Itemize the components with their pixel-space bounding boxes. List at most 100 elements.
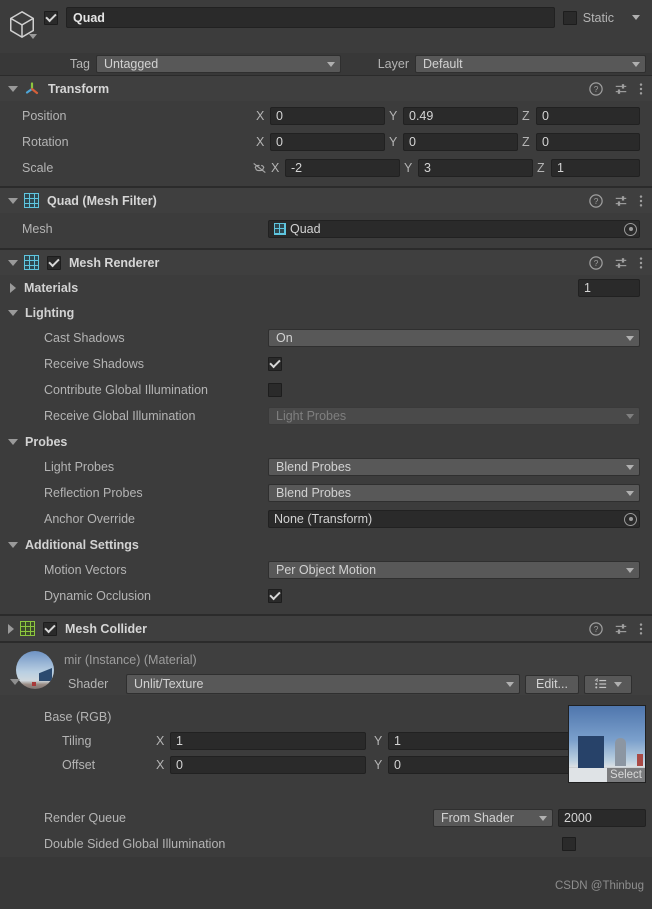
tag-value: Untagged xyxy=(104,57,159,71)
chevron-down-icon xyxy=(626,464,634,470)
kebab-menu-icon[interactable] xyxy=(639,82,643,96)
mesh-renderer-foldout[interactable] xyxy=(8,259,18,266)
chevron-down-icon xyxy=(632,61,640,67)
offset-x-input[interactable]: 0 xyxy=(170,756,366,774)
gameobject-icon-dropdown-caret[interactable] xyxy=(29,34,37,39)
preset-icon[interactable] xyxy=(614,82,628,96)
static-toggle-group[interactable]: Static xyxy=(562,10,640,25)
gameobject-name-input[interactable]: Quad xyxy=(66,7,555,28)
shader-dropdown[interactable]: Unlit/Texture xyxy=(126,674,520,694)
mesh-collider-foldout[interactable] xyxy=(8,623,14,634)
mesh-renderer-header[interactable]: Mesh Renderer ? xyxy=(0,250,652,275)
materials-row[interactable]: Materials 1 xyxy=(0,275,646,300)
probes-section-header[interactable]: Probes xyxy=(0,429,646,454)
anchor-override-object-field[interactable]: None (Transform) xyxy=(268,510,640,528)
anchor-object-picker-icon[interactable] xyxy=(624,512,637,526)
offset-y-input[interactable]: 0 xyxy=(388,756,574,774)
light-probes-dropdown[interactable]: Blend Probes xyxy=(268,458,640,476)
scale-z-input[interactable]: 1 xyxy=(551,159,640,177)
mesh-renderer-header-icons: ? xyxy=(589,255,646,270)
mesh-renderer-grid-icon xyxy=(24,255,39,270)
position-y-input[interactable]: 0.49 xyxy=(403,107,518,125)
transform-body: Position X 0 Y 0.49 Z 0 Rotation X 0 Y 0 xyxy=(0,101,652,186)
cast-shadows-dropdown[interactable]: On xyxy=(268,329,640,347)
static-dropdown-caret[interactable] xyxy=(632,15,640,20)
probes-label: Probes xyxy=(25,434,68,449)
chevron-down-icon xyxy=(626,490,634,496)
additional-settings-section-header[interactable]: Additional Settings xyxy=(0,532,646,557)
component-transform: Transform ? Position X 0 Y 0.49 Z 0 Rota… xyxy=(0,75,652,187)
transform-foldout[interactable] xyxy=(8,85,18,92)
static-checkbox[interactable] xyxy=(562,10,577,25)
gameobject-enabled-checkbox[interactable] xyxy=(44,10,58,25)
materials-count-input[interactable]: 1 xyxy=(578,278,640,297)
dynamic-occlusion-checkbox[interactable] xyxy=(268,589,282,603)
kebab-menu-icon[interactable] xyxy=(639,194,643,208)
position-z-input[interactable]: 0 xyxy=(536,107,640,125)
tiling-y-input[interactable]: 1 xyxy=(388,732,574,750)
rotation-x-input[interactable]: 0 xyxy=(270,133,385,151)
tiling-x-input[interactable]: 1 xyxy=(170,732,366,750)
mesh-filter-grid-icon xyxy=(24,193,39,208)
tiling-y-value: 1 xyxy=(394,734,401,748)
render-queue-value-input[interactable]: 2000 xyxy=(558,809,646,827)
double-sided-gi-checkbox[interactable] xyxy=(562,837,576,851)
lighting-section-header[interactable]: Lighting xyxy=(0,300,646,325)
lighting-foldout[interactable] xyxy=(8,309,18,316)
material-properties: Base (RGB) Tiling X 1 Y 1 Offset X 0 Y 0 xyxy=(0,695,652,857)
link-off-icon[interactable] xyxy=(252,161,267,175)
mesh-object-picker-icon[interactable] xyxy=(624,222,637,236)
mesh-renderer-body: Materials 1 Lighting Cast Shadows On Rec… xyxy=(0,275,652,614)
preset-icon[interactable] xyxy=(614,256,628,270)
render-queue-mode-value: From Shader xyxy=(441,811,514,825)
preset-icon[interactable] xyxy=(614,194,628,208)
mesh-collider-enabled-checkbox[interactable] xyxy=(43,621,57,636)
offset-label: Offset xyxy=(62,758,96,772)
mesh-collider-grid-icon xyxy=(20,621,35,636)
help-icon[interactable]: ? xyxy=(589,255,603,270)
axis-x-label: X xyxy=(256,135,265,149)
kebab-menu-icon[interactable] xyxy=(639,622,643,636)
rotation-z-input[interactable]: 0 xyxy=(536,133,640,151)
material-preset-button[interactable] xyxy=(584,674,632,694)
probes-foldout[interactable] xyxy=(8,438,18,445)
help-icon[interactable]: ? xyxy=(589,621,603,636)
axis-y-label: Y xyxy=(389,109,398,123)
base-texture-thumbnail[interactable]: Select xyxy=(568,705,646,783)
shader-edit-button[interactable]: Edit... xyxy=(525,674,579,694)
preset-icon[interactable] xyxy=(614,622,628,636)
reflection-probes-dropdown[interactable]: Blend Probes xyxy=(268,484,640,502)
additional-settings-foldout[interactable] xyxy=(8,541,18,548)
mesh-renderer-enabled-checkbox[interactable] xyxy=(47,255,61,270)
mesh-collider-header[interactable]: Mesh Collider ? xyxy=(0,616,652,641)
receive-shadows-checkbox[interactable] xyxy=(268,357,282,371)
scale-x-input[interactable]: -2 xyxy=(285,159,400,177)
position-x-input[interactable]: 0 xyxy=(270,107,385,125)
scale-y-input[interactable]: 3 xyxy=(418,159,533,177)
scale-vector3: X -2 Y 3 Z 1 xyxy=(252,159,646,177)
material-foldout[interactable] xyxy=(10,679,20,685)
materials-foldout[interactable] xyxy=(10,282,16,293)
axis-x-label: X xyxy=(156,758,165,772)
texture-select-button[interactable]: Select xyxy=(607,768,645,782)
render-queue-mode-dropdown[interactable]: From Shader xyxy=(433,809,553,827)
kebab-menu-icon[interactable] xyxy=(639,256,643,270)
transform-row-position: Position X 0 Y 0.49 Z 0 xyxy=(0,103,646,129)
chevron-down-icon xyxy=(506,681,514,687)
rotation-y-input[interactable]: 0 xyxy=(403,133,518,151)
mesh-filter-header[interactable]: Quad (Mesh Filter) ? xyxy=(0,188,652,213)
shader-edit-label: Edit... xyxy=(536,677,568,691)
transform-header[interactable]: Transform ? xyxy=(0,76,652,101)
help-icon[interactable]: ? xyxy=(589,193,603,208)
help-icon[interactable]: ? xyxy=(589,81,603,96)
position-z-value: 0 xyxy=(542,109,549,123)
motion-vectors-dropdown[interactable]: Per Object Motion xyxy=(268,561,640,579)
contribute-gi-checkbox[interactable] xyxy=(268,383,282,397)
texture-select-label: Select xyxy=(610,769,642,781)
tag-dropdown[interactable]: Untagged xyxy=(96,55,341,73)
mesh-filter-foldout[interactable] xyxy=(8,197,18,204)
layer-dropdown[interactable]: Default xyxy=(415,55,646,73)
svg-text:?: ? xyxy=(594,196,599,206)
gameobject-icon-area[interactable] xyxy=(0,7,44,39)
mesh-object-field[interactable]: Quad xyxy=(268,220,640,238)
